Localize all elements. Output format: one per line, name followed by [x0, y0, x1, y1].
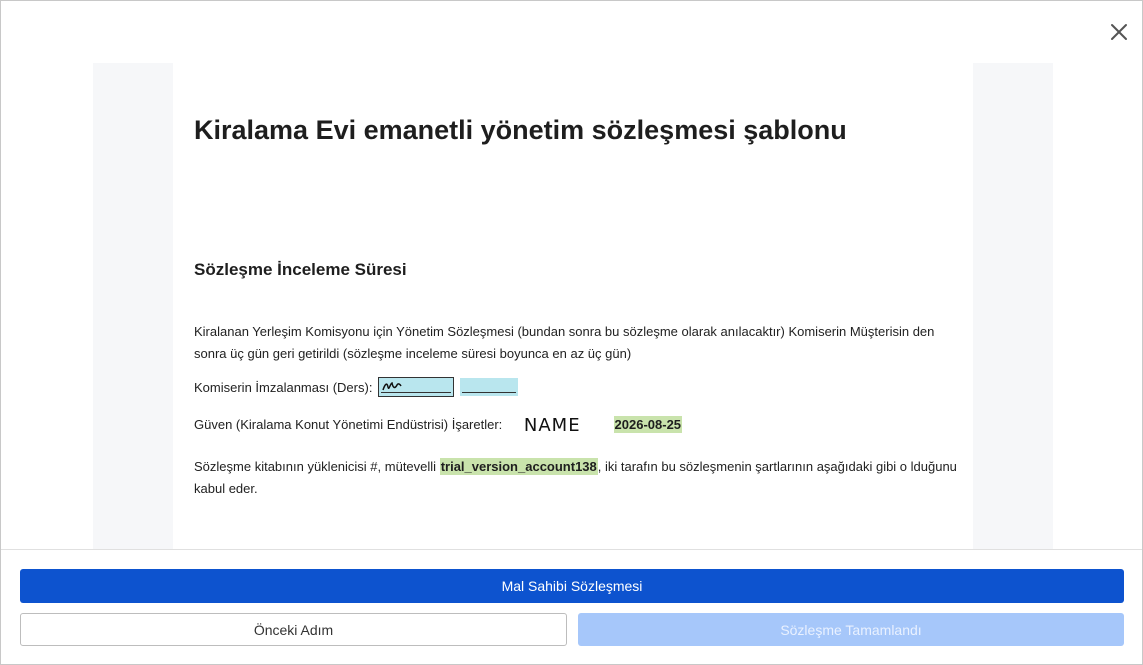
contractor-paragraph: Sözleşme kitabının yüklenicisi #, müteve…	[194, 456, 959, 500]
trust-signature: NAME	[523, 414, 581, 436]
review-period-paragraph: Kiralanan Yerleşim Komisyonu için Yöneti…	[194, 324, 935, 361]
signature-date-line	[461, 392, 516, 394]
owner-contract-button[interactable]: Mal Sahibi Sözleşmesi	[20, 569, 1124, 603]
document-page: Kiralama Evi emanetli yönetim sözleşmesi…	[173, 63, 973, 549]
signature-date-field[interactable]	[459, 378, 518, 397]
modal-footer: Mal Sahibi Sözleşmesi Önceki Adım Sözleş…	[1, 549, 1142, 664]
signature-line	[381, 392, 452, 394]
contract-modal: Kiralama Evi emanetli yönetim sözleşmesi…	[0, 0, 1143, 665]
contract-complete-button[interactable]: Sözleşme Tamamlandı	[578, 613, 1124, 646]
document-viewer[interactable]: Kiralama Evi emanetli yönetim sözleşmesi…	[93, 63, 1053, 549]
previous-step-button[interactable]: Önceki Adım	[20, 613, 567, 646]
trust-signature-row: Güven (Kiralama Konut Yönetimi Endüstris…	[194, 414, 959, 437]
close-icon[interactable]	[1108, 21, 1130, 43]
trust-sign-label: Güven (Kiralama Konut Yönetimi Endüstris…	[194, 417, 503, 432]
close-button[interactable]	[1108, 21, 1130, 43]
trust-sign-date: 2026-08-25	[613, 416, 683, 433]
section-title: Sözleşme İnceleme Süresi	[194, 260, 407, 279]
trustee-account-tag: trial_version_account138	[439, 458, 598, 475]
commissioner-signature-row: Komiserin İmzalanması (Ders):	[194, 377, 959, 399]
commissioner-sign-label: Komiserin İmzalanması (Ders):	[194, 380, 373, 395]
contractor-paragraph-prefix: Sözleşme kitabının yüklenicisi #, müteve…	[194, 459, 437, 474]
signature-field[interactable]	[378, 377, 455, 398]
document-title: Kiralama Evi emanetli yönetim sözleşmesi…	[194, 115, 847, 145]
